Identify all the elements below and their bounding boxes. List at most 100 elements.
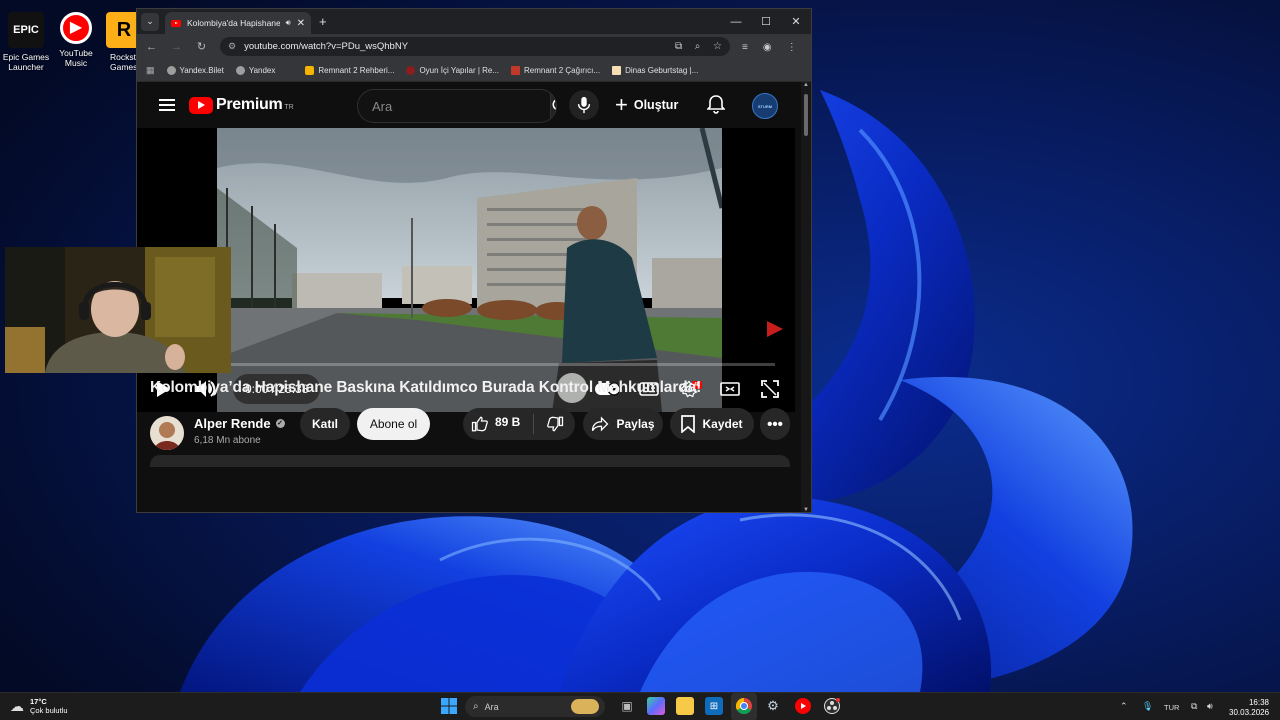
bookmark-label: Dinas Geburtstag |...	[625, 65, 699, 75]
maximize-button[interactable]: ☐	[751, 9, 781, 34]
steam-icon[interactable]: ⚙	[764, 697, 782, 715]
language-indicator[interactable]: TUR	[1164, 703, 1179, 712]
page-scrollbar[interactable]: ▲ ▼	[801, 82, 811, 512]
subscribe-button[interactable]: Abone ol	[357, 408, 430, 440]
channel-avatar-image	[150, 416, 184, 450]
join-label: Katıl	[311, 417, 338, 431]
address-bar[interactable]: ⚙ youtube.com/watch?v=PDu_wsQhbNY ⧉ ⌕ ☆	[220, 37, 730, 56]
apps-grid-icon[interactable]: ▦	[146, 65, 155, 76]
obs-icon[interactable]	[823, 697, 841, 715]
scroll-down-icon[interactable]: ▼	[803, 507, 809, 512]
bookmark-favicon-icon	[305, 65, 315, 75]
account-avatar[interactable]: STURM	[752, 93, 778, 119]
channel-name[interactable]: Alper Rende ✓	[194, 416, 285, 431]
more-actions-button[interactable]: •••	[760, 408, 790, 440]
share-label: Paylaş	[616, 417, 655, 431]
subscriber-count: 6,18 Mn abone	[194, 435, 261, 446]
tab-search-button[interactable]: ⌄	[141, 12, 159, 31]
bookmark-favicon-icon	[612, 65, 622, 75]
zoom-icon[interactable]: ⌕	[695, 41, 701, 52]
dislike-button[interactable]	[546, 415, 564, 433]
search-input[interactable]	[358, 97, 550, 115]
microsoft-store-icon[interactable]: ⊞	[705, 697, 723, 715]
fullscreen-button[interactable]	[761, 380, 779, 398]
theater-mode-button[interactable]	[720, 382, 740, 396]
youtube-music-taskbar-icon[interactable]	[794, 697, 812, 715]
browser-menu-icon[interactable]: ⋮	[787, 42, 797, 53]
forward-arrow-icon[interactable]: →	[164, 41, 189, 53]
start-button[interactable]	[440, 697, 458, 715]
voice-search-button[interactable]	[569, 90, 599, 120]
description-box[interactable]	[150, 455, 790, 467]
progress-bar[interactable]	[157, 363, 775, 366]
join-button[interactable]: Katıl	[300, 408, 350, 440]
epic-games-icon: EPIC	[8, 12, 44, 48]
youtube-favicon-icon	[171, 19, 181, 27]
bookmark-item[interactable]: Remnant 2 Çağırıcı...	[511, 65, 600, 75]
media-control-icon[interactable]: ≡	[742, 42, 748, 53]
create-label: Oluştur	[633, 98, 679, 112]
site-info-icon[interactable]: ⚙	[228, 41, 236, 52]
task-view-icon[interactable]: ▣	[618, 697, 636, 715]
share-button[interactable]: Paylaş	[583, 408, 663, 440]
network-icon[interactable]: ⧉	[1191, 701, 1197, 712]
microphone-tray-icon[interactable]: 🎙︎	[1142, 701, 1153, 712]
desktop-icon-youtube-music[interactable]: ▶ YouTube Music	[50, 8, 102, 68]
bookmark-item[interactable]: Yandex	[235, 65, 275, 75]
search-button[interactable]	[550, 90, 556, 122]
bookmark-item[interactable]: Remnant 2 Rehberi...	[305, 65, 395, 75]
chevron-up-icon[interactable]: ⌃	[1120, 701, 1128, 712]
bookmark-label: Remnant 2 Rehberi...	[318, 65, 395, 75]
youtube-logo[interactable]: Premium TR	[189, 96, 294, 114]
verified-check-icon: ✓	[275, 419, 285, 428]
tab-close-icon[interactable]: ✕	[297, 18, 305, 29]
chrome-icon[interactable]	[735, 697, 753, 715]
desktop-icon-epic-games[interactable]: EPIC Epic Games Launcher	[0, 8, 52, 72]
save-button[interactable]: Kaydet	[670, 408, 754, 440]
minimize-button[interactable]: —	[721, 9, 751, 34]
bookmark-favicon-icon	[406, 65, 416, 75]
notifications-bell-icon[interactable]	[707, 94, 725, 114]
video-player[interactable]: 0:00 / 25:38 4K	[137, 128, 795, 412]
plus-icon: +	[615, 92, 628, 117]
bookmark-item[interactable]: Yandex.Bilet	[166, 65, 224, 75]
scroll-up-icon[interactable]: ▲	[803, 82, 809, 88]
copilot-icon[interactable]	[647, 697, 665, 715]
tab-bar: ⌄ Kolombiya'da Hapishane Ba 🔊︎ ✕ + — ☐ ✕	[137, 9, 811, 34]
channel-avatar[interactable]	[150, 416, 184, 450]
tab-title: Kolombiya'da Hapishane Ba	[187, 18, 280, 28]
thumbs-up-icon	[471, 416, 488, 432]
channel-name-text: Alper Rende	[194, 416, 271, 431]
speaker-icon[interactable]: 🔊︎	[286, 18, 291, 28]
divider	[533, 414, 535, 434]
tab-youtube[interactable]: Kolombiya'da Hapishane Ba 🔊︎ ✕	[165, 12, 311, 34]
channel-watermark-icon	[767, 321, 783, 337]
new-tab-button[interactable]: +	[319, 14, 327, 29]
weather-widget[interactable]: ☁ 17°C Çok bulutlu	[10, 697, 68, 715]
back-arrow-icon[interactable]: ←	[139, 41, 164, 53]
profile-icon[interactable]: ◉	[763, 42, 772, 53]
browser-toolbar: ← → ↻ ⚙ youtube.com/watch?v=PDu_wsQhbNY …	[137, 34, 811, 59]
menu-icon[interactable]	[159, 96, 175, 114]
like-button[interactable]: 89 B	[471, 415, 520, 433]
fullscreen-icon	[761, 380, 779, 398]
scrollbar-thumb[interactable]	[804, 94, 808, 136]
weather-temp: 17°C	[30, 697, 47, 706]
bookmark-item[interactable]: Dinas Geburtstag |...	[612, 65, 699, 75]
cloud-icon: ☁	[10, 697, 24, 714]
cast-icon[interactable]: ⧉	[675, 41, 682, 52]
close-window-button[interactable]: ✕	[781, 9, 811, 34]
share-icon	[591, 416, 609, 432]
desktop-icon-rockstar-games[interactable]: R Rockst Games	[98, 8, 136, 72]
bookmark-star-icon[interactable]: ☆	[713, 41, 722, 52]
volume-tray-icon[interactable]: 🔊︎	[1207, 701, 1213, 712]
bookmark-item[interactable]: Oyun İçi Yapılar | Re...	[406, 65, 499, 75]
subscribe-label: Abone ol	[369, 417, 418, 431]
more-horizontal-icon: •••	[767, 415, 783, 433]
taskbar-search[interactable]: ⌕ Ara	[465, 696, 605, 717]
create-button[interactable]: + Oluştur	[615, 91, 678, 119]
clock[interactable]: 16:38 30.03.2026	[1229, 698, 1269, 718]
file-explorer-icon[interactable]	[676, 697, 694, 715]
reload-icon[interactable]: ↻	[189, 40, 214, 53]
taskbar: ☁ 17°C Çok bulutlu ⌕ Ara ▣ ⊞ ⚙ ⌃ 🎙︎ TUR …	[0, 692, 1280, 720]
